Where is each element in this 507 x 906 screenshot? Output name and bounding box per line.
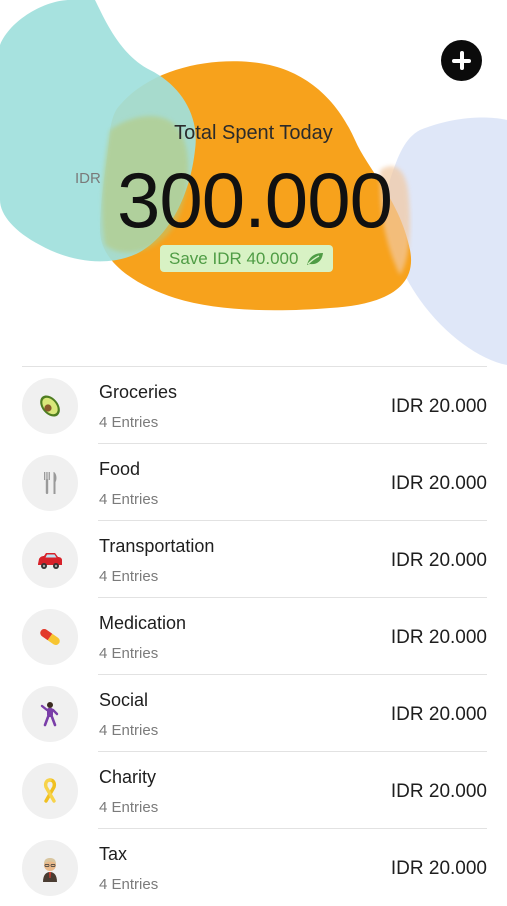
category-entries: 4 Entries	[99, 722, 159, 739]
list-item-transportation[interactable]: Transportation 4 Entries IDR 20.000	[22, 521, 487, 598]
category-icon-circle	[22, 455, 78, 511]
category-icon-circle	[22, 609, 78, 665]
pill-icon	[40, 629, 60, 645]
ribbon-icon	[43, 778, 57, 803]
list-item-charity[interactable]: Charity 4 Entries IDR 20.000	[22, 752, 487, 829]
category-amount: IDR 20.000	[390, 473, 487, 494]
category-icon-circle	[22, 840, 78, 896]
category-entries: 4 Entries	[99, 568, 159, 585]
category-entries: 4 Entries	[99, 414, 159, 431]
category-name: Charity	[99, 767, 157, 787]
category-name: Groceries	[99, 382, 178, 402]
leaf-icon	[307, 252, 324, 265]
car-icon	[38, 553, 62, 569]
category-entries: 4 Entries	[99, 645, 159, 662]
currency-label: IDR	[75, 170, 101, 187]
category-entries: 4 Entries	[99, 799, 159, 816]
add-entry-button[interactable]	[441, 40, 482, 81]
officer-icon	[43, 858, 57, 882]
list-item-medication[interactable]: Medication 4 Entries IDR 20.000	[22, 598, 487, 675]
category-icon-circle	[22, 378, 78, 434]
category-name: Medication	[99, 613, 187, 633]
plus-icon-stroke	[459, 51, 464, 70]
list-item-tax[interactable]: Tax 4 Entries IDR 20.000	[22, 829, 487, 906]
category-amount: IDR 20.000	[390, 781, 487, 802]
list-item-food[interactable]: Food 4 Entries IDR 20.000	[22, 444, 487, 521]
category-amount: IDR 20.000	[390, 858, 487, 879]
category-amount: IDR 20.000	[390, 627, 487, 648]
category-icon-circle	[22, 686, 78, 742]
category-entries: 4 Entries	[99, 876, 159, 893]
category-icon-circle	[22, 532, 78, 588]
category-name: Transportation	[99, 536, 215, 556]
fork-knife-icon	[44, 472, 57, 494]
summary-header: Total Spent Today IDR 300.000 Save IDR 4…	[0, 0, 507, 365]
summary-title-text: Total Spent Today	[174, 122, 333, 144]
category-name: Food	[99, 459, 141, 479]
savings-label: Save IDR 40.000	[169, 248, 299, 268]
category-list: Groceries 4 Entries IDR 20.000 Food 4 En…	[22, 366, 487, 906]
list-item-groceries[interactable]: Groceries 4 Entries IDR 20.000	[22, 367, 487, 444]
avocado-icon	[40, 395, 60, 417]
total-amount: 300.000	[117, 156, 393, 244]
dancer-icon	[40, 702, 59, 727]
category-amount: IDR 20.000	[390, 396, 487, 417]
list-item-social[interactable]: Social 4 Entries IDR 20.000	[22, 675, 487, 752]
summary-title: Total Spent Today	[0, 122, 507, 145]
category-name: Social	[99, 690, 149, 710]
category-amount: IDR 20.000	[390, 704, 487, 725]
savings-badge: Save IDR 40.000	[160, 245, 334, 272]
category-name: Tax	[99, 844, 128, 864]
category-icon-circle	[22, 763, 78, 819]
category-entries: 4 Entries	[99, 491, 159, 508]
category-amount: IDR 20.000	[390, 550, 487, 571]
